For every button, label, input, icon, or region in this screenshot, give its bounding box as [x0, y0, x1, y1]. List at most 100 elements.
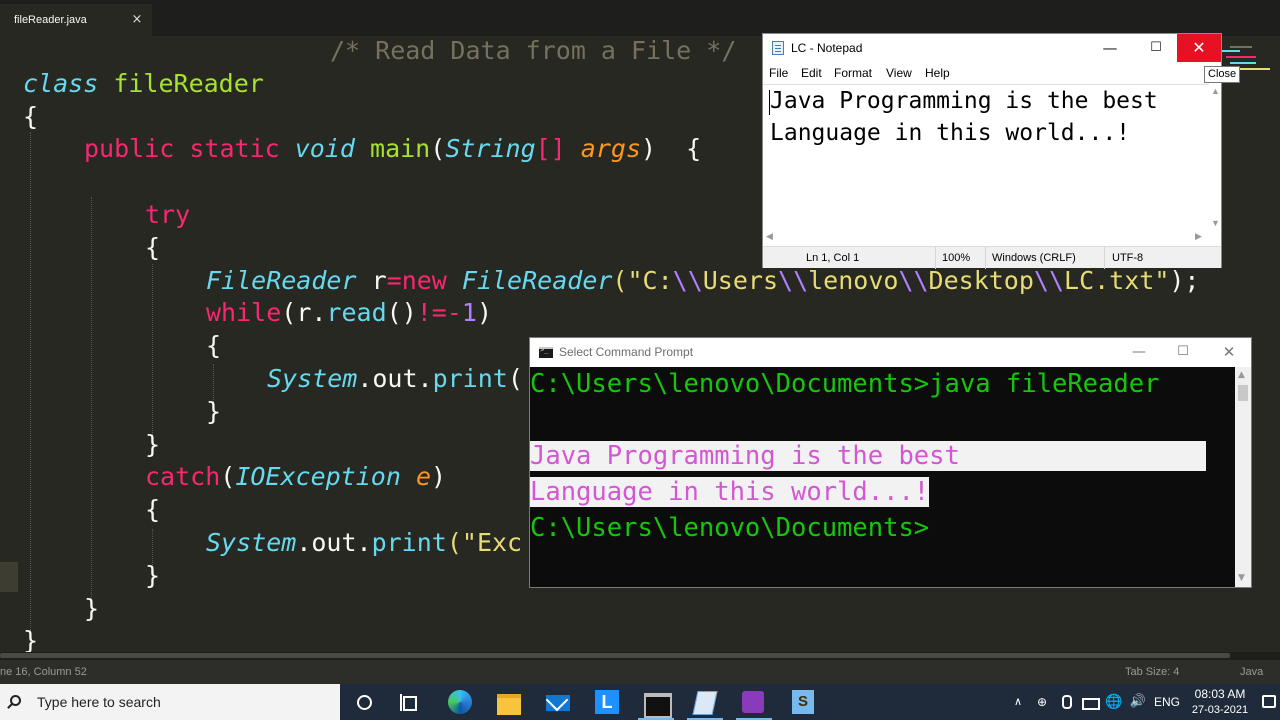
scroll-down-icon[interactable]: ▼: [1211, 218, 1220, 228]
windows-taskbar: Type here to search ∧ ⊕ 🌐 🔊 ENG 08:03 AM…: [0, 684, 1280, 720]
notepad-status-bar: Ln 1, Col 1 100% Windows (CRLF) UTF-8: [763, 246, 1221, 269]
code-line: catch(IOException e): [145, 460, 446, 493]
minimize-button[interactable]: —: [1116, 338, 1162, 367]
minimize-button[interactable]: —: [1087, 34, 1133, 62]
code-token: \\: [672, 265, 703, 295]
network-status-icon[interactable]: ⊕: [1032, 684, 1052, 720]
code-token: (r.: [281, 298, 327, 328]
taskbar-search-box[interactable]: Type here to search: [0, 684, 340, 720]
code-line: }: [145, 559, 160, 592]
notepad-icon: [772, 41, 784, 55]
close-tooltip: Close: [1204, 66, 1241, 83]
search-placeholder: Type here to search: [37, 694, 161, 710]
editor-tab-bar: fileReader.java ×: [0, 0, 1280, 36]
tab-size-indicator[interactable]: Tab Size: 4: [1125, 660, 1179, 684]
maximize-button[interactable]: ☐: [1133, 34, 1179, 62]
mail-icon[interactable]: [534, 684, 582, 720]
code-line: {: [23, 100, 38, 133]
notepad-title: LC - Notepad: [791, 41, 863, 55]
close-button[interactable]: ✕: [1177, 34, 1221, 62]
code-line: }: [206, 395, 221, 428]
input-language[interactable]: ENG: [1152, 684, 1182, 720]
scroll-up-icon[interactable]: ▲: [1211, 86, 1220, 96]
code-token: args: [580, 134, 642, 164]
menu-format[interactable]: Format: [834, 62, 872, 84]
show-hidden-icons-icon[interactable]: ∧: [1010, 684, 1026, 720]
scroll-down-icon[interactable]: ▼: [1238, 573, 1245, 583]
close-button[interactable]: ✕: [1206, 338, 1252, 367]
teams-icon[interactable]: [730, 684, 778, 720]
notepad-taskbar-icon[interactable]: [681, 684, 729, 720]
code-token: }: [23, 626, 39, 652]
code-token: catch: [145, 462, 221, 492]
encoding: UTF-8: [1112, 252, 1144, 264]
clock-date: 27-03-2021: [1191, 704, 1249, 716]
code-line: while(r.read()!=-1): [206, 296, 492, 329]
lc-app-icon[interactable]: [583, 684, 631, 720]
code-line: System.out.print(: [267, 362, 523, 395]
code-line: class fileReader: [23, 67, 264, 100]
editor-status-bar: ne 16, Column 52 Tab Size: 4 Java: [0, 660, 1280, 684]
maximize-button[interactable]: ☐: [1160, 338, 1206, 367]
code-token: String: [445, 134, 536, 164]
scrollbar-thumb[interactable]: [0, 653, 1230, 658]
code-token: public: [84, 134, 175, 164]
cmd-console-output[interactable]: C:\Users\lenovo\Documents>java fileReade…: [530, 367, 1235, 587]
menu-edit[interactable]: Edit: [801, 62, 822, 84]
command-prompt-taskbar-icon[interactable]: [632, 684, 680, 720]
sublime-text-icon[interactable]: [779, 684, 827, 720]
console-prompt-line: C:\Users\lenovo\Documents>: [530, 513, 930, 543]
notepad-text-area[interactable]: Java Programming is the best Language in…: [763, 84, 1209, 232]
tab-close-icon[interactable]: ×: [128, 4, 146, 36]
code-token: Users: [702, 265, 779, 295]
menu-file[interactable]: File: [769, 62, 788, 84]
syntax-indicator[interactable]: Java: [1240, 660, 1263, 684]
code-line: {: [145, 231, 160, 264]
volume-icon[interactable]: 🔊: [1128, 684, 1148, 720]
scroll-right-icon[interactable]: ▶: [1195, 231, 1202, 241]
code-token: \\: [898, 265, 929, 295]
microphone-icon[interactable]: [1056, 684, 1074, 720]
notepad-titlebar[interactable]: LC - Notepad — ☐ ✕: [763, 34, 1221, 62]
code-line: public static void main(String[] args) {: [84, 132, 701, 165]
menu-view[interactable]: View: [886, 62, 912, 84]
scroll-up-icon[interactable]: ▲: [1238, 370, 1245, 380]
code-token: ): [431, 462, 447, 492]
zoom-level: 100%: [942, 252, 971, 264]
code-token: []: [535, 134, 566, 164]
cmd-title: Select Command Prompt: [559, 345, 694, 359]
code-token: (: [430, 134, 446, 164]
menu-help[interactable]: Help: [925, 62, 950, 84]
code-line: {: [145, 493, 160, 526]
code-token: main: [370, 134, 431, 164]
notepad-vertical-scrollbar[interactable]: ▲ ▼: [1209, 84, 1221, 232]
notepad-horizontal-scrollbar[interactable]: ◀ ▶: [763, 230, 1209, 242]
battery-icon[interactable]: [1080, 684, 1100, 720]
notification-center-icon[interactable]: [1262, 695, 1276, 708]
scrollbar-thumb[interactable]: [1238, 385, 1248, 401]
code-token: .out.: [357, 364, 433, 393]
cmd-vertical-scrollbar[interactable]: ▲ ▼: [1235, 367, 1251, 587]
scroll-left-icon[interactable]: ◀: [766, 231, 773, 241]
file-explorer-icon[interactable]: [485, 684, 533, 720]
wifi-globe-icon[interactable]: 🌐: [1104, 684, 1124, 720]
code-token: new: [401, 265, 447, 295]
code-token: void: [294, 134, 355, 164]
taskbar-clock[interactable]: 08:03 AM 27-03-2021: [1188, 686, 1252, 718]
cortana-icon[interactable]: [340, 684, 388, 720]
horizontal-scrollbar[interactable]: [0, 652, 1280, 660]
indent-guide: [152, 264, 153, 449]
cmd-titlebar[interactable]: Select Command Prompt — ☐ ✕: [530, 338, 1251, 367]
code-token: {: [145, 495, 161, 525]
code-token: while: [206, 298, 282, 328]
task-view-icon[interactable]: [386, 684, 434, 720]
code-token: FileReader: [206, 265, 357, 295]
code-token: e: [415, 462, 432, 492]
edge-browser-icon[interactable]: [436, 684, 484, 720]
current-line-marker: [0, 562, 18, 592]
code-line: }: [84, 592, 99, 625]
console-line: C:\Users\lenovo\Documents>java fileReade…: [530, 369, 1160, 399]
